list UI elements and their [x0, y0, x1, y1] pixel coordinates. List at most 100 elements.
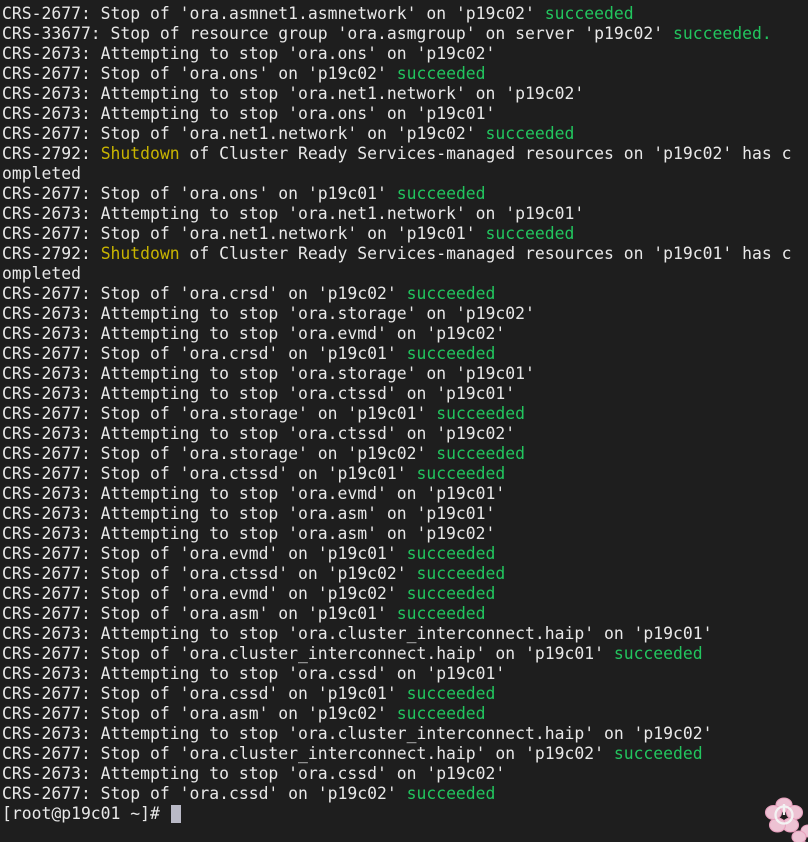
terminal-line: CRS-2677: Stop of 'ora.cluster_interconn… — [2, 644, 808, 664]
terminal-line: ompleted — [2, 164, 808, 184]
terminal-line: CRS-2673: Attempting to stop 'ora.storag… — [2, 364, 808, 384]
terminal-line-segment: succeeded — [544, 4, 634, 23]
terminal-line-segment: CRS-2792: — [2, 244, 101, 263]
terminal-line-segment: succeeded — [436, 404, 526, 423]
terminal-line: CRS-2673: Attempting to stop 'ora.evmd' … — [2, 484, 808, 504]
terminal-line-segment: CRS-2673: Attempting to stop 'ora.storag… — [2, 364, 535, 383]
terminal-line-segment: CRS-2673: Attempting to stop 'ora.cluste… — [2, 724, 713, 743]
text-cursor — [170, 805, 181, 823]
terminal-line-segment: succeeded — [406, 284, 496, 303]
terminal-line-segment: Shutdown — [100, 244, 180, 263]
terminal-line-segment: CRS-2673: Attempting to stop 'ora.ctssd'… — [2, 384, 516, 403]
terminal-line-segment: succeeded — [406, 344, 496, 363]
terminal-line: CRS-2677: Stop of 'ora.ctssd' on 'p19c02… — [2, 564, 808, 584]
terminal-line: CRS-2792: Shutdown of Cluster Ready Serv… — [2, 244, 808, 264]
terminal-line-segment: CRS-2673: Attempting to stop 'ora.ons' o… — [2, 104, 496, 123]
terminal-line-segment: CRS-2677: Stop of 'ora.cssd' on 'p19c01' — [2, 684, 407, 703]
terminal-line: CRS-33677: Stop of resource group 'ora.a… — [2, 24, 808, 44]
terminal-line-segment: succeeded — [396, 704, 486, 723]
terminal-line-segment: of Cluster Ready Services-managed resour… — [179, 244, 792, 263]
terminal-line-segment: CRS-2677: Stop of 'ora.storage' on 'p19c… — [2, 404, 437, 423]
terminal-line: CRS-2673: Attempting to stop 'ora.ctssd'… — [2, 384, 808, 404]
terminal-line-segment: CRS-2673: Attempting to stop 'ora.asm' o… — [2, 504, 496, 523]
terminal-line-segment: succeeded — [396, 184, 486, 203]
terminal-line-segment: CRS-2677: Stop of 'ora.ons' on 'p19c02' — [2, 64, 397, 83]
terminal-line-segment: CRS-2677: Stop of 'ora.cssd' on 'p19c02' — [2, 784, 407, 803]
terminal-line-segment: CRS-2677: Stop of 'ora.storage' on 'p19c… — [2, 444, 437, 463]
terminal-line-segment: ompleted — [2, 264, 81, 283]
terminal-line: CRS-2677: Stop of 'ora.ons' on 'p19c01' … — [2, 184, 808, 204]
terminal-line-segment: succeeded — [406, 544, 496, 563]
terminal-line: CRS-2673: Attempting to stop 'ora.cluste… — [2, 624, 808, 644]
terminal-line-segment: CRS-2677: Stop of 'ora.ons' on 'p19c01' — [2, 184, 397, 203]
terminal-line: CRS-2677: Stop of 'ora.ons' on 'p19c02' … — [2, 64, 808, 84]
terminal-line-segment: CRS-2677: Stop of 'ora.asmnet1.asmnetwor… — [2, 4, 545, 23]
terminal-line-segment: succeeded — [436, 444, 526, 463]
terminal-line-segment: CRS-2673: Attempting to stop 'ora.net1.n… — [2, 84, 585, 103]
terminal-line-segment: ompleted — [2, 164, 81, 183]
terminal-line-segment: succeeded — [613, 644, 703, 663]
terminal-line-segment: CRS-2677: Stop of 'ora.evmd' on 'p19c01' — [2, 544, 407, 563]
terminal-line: CRS-2673: Attempting to stop 'ora.ons' o… — [2, 104, 808, 124]
terminal-window[interactable]: CRS-2677: Stop of 'ora.asmnet1.asmnetwor… — [0, 0, 808, 842]
terminal-line: CRS-2673: Attempting to stop 'ora.cssd' … — [2, 764, 808, 784]
terminal-line-segment: succeeded — [406, 684, 496, 703]
terminal-line: CRS-2677: Stop of 'ora.asm' on 'p19c02' … — [2, 704, 808, 724]
terminal-line: CRS-2673: Attempting to stop 'ora.cluste… — [2, 724, 808, 744]
terminal-line: ompleted — [2, 264, 808, 284]
terminal-line-segment: succeeded — [406, 784, 496, 803]
terminal-line: CRS-2677: Stop of 'ora.cssd' on 'p19c02'… — [2, 784, 808, 804]
terminal-line: CRS-2677: Stop of 'ora.net1.network' on … — [2, 124, 808, 144]
terminal-line: CRS-2673: Attempting to stop 'ora.ons' o… — [2, 44, 808, 64]
terminal-line-segment: CRS-2677: Stop of 'ora.ctssd' on 'p19c01… — [2, 464, 417, 483]
terminal-prompt-line[interactable]: [root@p19c01 ~]# — [2, 804, 808, 824]
terminal-line-segment: CRS-2792: — [2, 144, 101, 163]
terminal-line: CRS-2677: Stop of 'ora.cluster_interconn… — [2, 744, 808, 764]
terminal-line: CRS-2677: Stop of 'ora.evmd' on 'p19c02'… — [2, 584, 808, 604]
shell-prompt: [root@p19c01 ~]# — [2, 804, 170, 823]
terminal-line-segment: CRS-33677: Stop of resource group 'ora.a… — [2, 24, 674, 43]
terminal-line-segment: CRS-2677: Stop of 'ora.crsd' on 'p19c01' — [2, 344, 407, 363]
terminal-line-segment: of Cluster Ready Services-managed resour… — [179, 144, 792, 163]
terminal-line: CRS-2673: Attempting to stop 'ora.cssd' … — [2, 664, 808, 684]
terminal-line: CRS-2677: Stop of 'ora.ctssd' on 'p19c01… — [2, 464, 808, 484]
terminal-line: CRS-2673: Attempting to stop 'ora.storag… — [2, 304, 808, 324]
terminal-line: CRS-2677: Stop of 'ora.net1.network' on … — [2, 224, 808, 244]
terminal-line-segment: succeeded — [613, 744, 703, 763]
terminal-line-segment: CRS-2677: Stop of 'ora.ctssd' on 'p19c02… — [2, 564, 417, 583]
terminal-line: CRS-2673: Attempting to stop 'ora.net1.n… — [2, 204, 808, 224]
terminal-line-segment: succeeded — [416, 564, 506, 583]
terminal-line-segment: succeeded — [406, 584, 496, 603]
terminal-line-segment: CRS-2673: Attempting to stop 'ora.ons' o… — [2, 44, 496, 63]
terminal-line-segment: CRS-2677: Stop of 'ora.evmd' on 'p19c02' — [2, 584, 407, 603]
terminal-line-segment: CRS-2677: Stop of 'ora.cluster_interconn… — [2, 644, 614, 663]
terminal-line-segment: CRS-2677: Stop of 'ora.asm' on 'p19c02' — [2, 704, 397, 723]
terminal-line-segment: CRS-2673: Attempting to stop 'ora.cssd' … — [2, 664, 506, 683]
terminal-line-segment: CRS-2673: Attempting to stop 'ora.cssd' … — [2, 764, 506, 783]
terminal-line-segment: CRS-2673: Attempting to stop 'ora.evmd' … — [2, 484, 506, 503]
terminal-line-segment: CRS-2677: Stop of 'ora.crsd' on 'p19c02' — [2, 284, 407, 303]
terminal-line: CRS-2677: Stop of 'ora.crsd' on 'p19c01'… — [2, 344, 808, 364]
terminal-line: CRS-2677: Stop of 'ora.asm' on 'p19c01' … — [2, 604, 808, 624]
terminal-line: CRS-2677: Stop of 'ora.storage' on 'p19c… — [2, 444, 808, 464]
terminal-line-segment: Shutdown — [100, 144, 180, 163]
terminal-line-segment: CRS-2673: Attempting to stop 'ora.evmd' … — [2, 324, 506, 343]
terminal-line-segment: CRS-2673: Attempting to stop 'ora.net1.n… — [2, 204, 585, 223]
terminal-line-segment: succeeded — [396, 64, 486, 83]
terminal-line-segment: CRS-2673: Attempting to stop 'ora.cluste… — [2, 624, 713, 643]
terminal-line: CRS-2673: Attempting to stop 'ora.asm' o… — [2, 504, 808, 524]
terminal-line-segment: CRS-2673: Attempting to stop 'ora.ctssd'… — [2, 424, 516, 443]
terminal-line: CRS-2673: Attempting to stop 'ora.evmd' … — [2, 324, 808, 344]
terminal-line-segment: CRS-2673: Attempting to stop 'ora.asm' o… — [2, 524, 496, 543]
terminal-line-segment: CRS-2677: Stop of 'ora.asm' on 'p19c01' — [2, 604, 397, 623]
terminal-line-segment: succeeded — [485, 124, 575, 143]
terminal-line: CRS-2673: Attempting to stop 'ora.asm' o… — [2, 524, 808, 544]
terminal-line-segment: succeeded — [485, 224, 575, 243]
terminal-output: CRS-2677: Stop of 'ora.asmnet1.asmnetwor… — [2, 4, 808, 804]
terminal-line-segment: succeeded — [416, 464, 506, 483]
terminal-line: CRS-2677: Stop of 'ora.crsd' on 'p19c02'… — [2, 284, 808, 304]
terminal-line: CRS-2677: Stop of 'ora.storage' on 'p19c… — [2, 404, 808, 424]
terminal-line: CRS-2677: Stop of 'ora.evmd' on 'p19c01'… — [2, 544, 808, 564]
terminal-line: CRS-2792: Shutdown of Cluster Ready Serv… — [2, 144, 808, 164]
terminal-line: CRS-2673: Attempting to stop 'ora.ctssd'… — [2, 424, 808, 444]
